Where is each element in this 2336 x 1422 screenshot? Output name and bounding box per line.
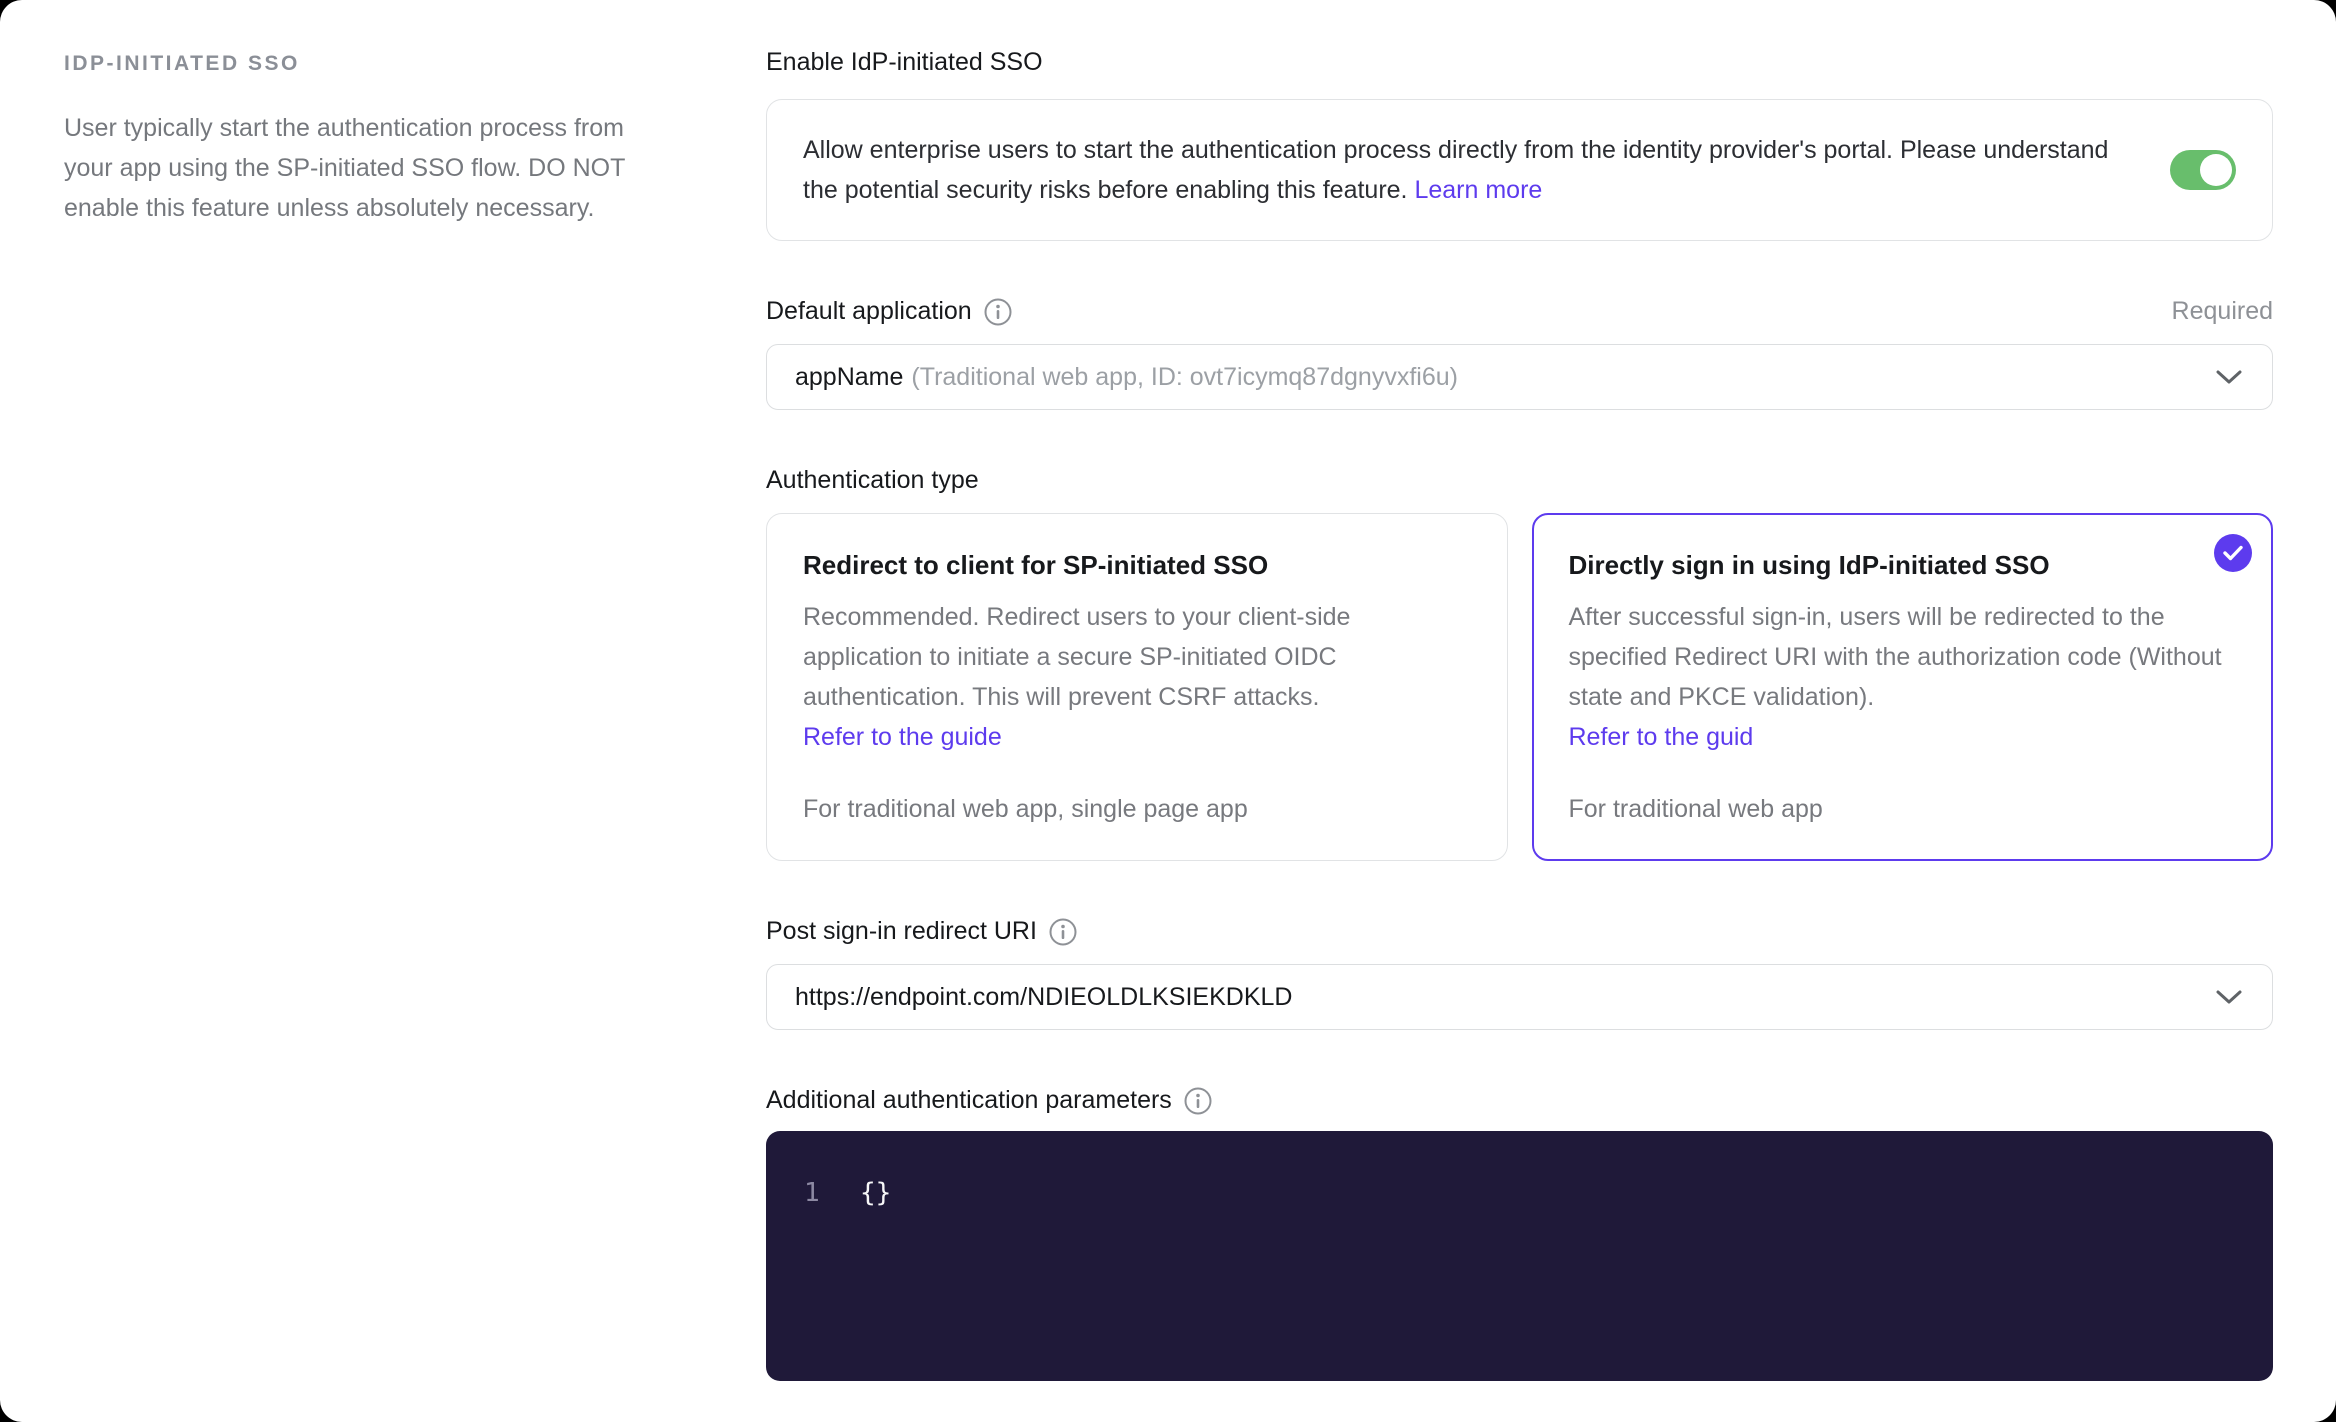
select-value-secondary: (Traditional web app, ID: ovt7icymq87dgn… (911, 362, 1458, 391)
required-badge: Required (2171, 297, 2273, 325)
auth-option-title: Redirect to client for SP-initiated SSO (803, 550, 1269, 580)
additional-params-section: Additional authentication parameters 1 {… (766, 1086, 2273, 1381)
section-sidebar: IDP-INITIATED SSO User typically start t… (64, 48, 664, 1381)
learn-more-link[interactable]: Learn more (1414, 176, 1542, 204)
section-description: User typically start the authentication … (64, 114, 625, 222)
settings-page: IDP-INITIATED SSO User typically start t… (0, 0, 2336, 1422)
enable-idp-sso-card: Allow enterprise users to start the auth… (766, 99, 2273, 241)
auth-option-sp-initiated[interactable]: Redirect to client for SP-initiated SSO … (766, 513, 1508, 861)
auth-option-footer: For traditional web app (1568, 795, 1823, 823)
refer-guide-link[interactable]: Refer to the guid (1569, 723, 1754, 751)
info-icon[interactable] (1049, 918, 1077, 946)
redirect-uri-label: Post sign-in redirect URI (766, 917, 2273, 946)
enable-idp-sso-description: Allow enterprise users to start the auth… (803, 136, 2109, 204)
default-application-section: Default application Required appName (Tr… (766, 297, 2273, 410)
authentication-type-section: Authentication type Redirect to client f… (766, 466, 2273, 861)
section-content: Enable IdP-initiated SSO Allow enterpris… (766, 48, 2273, 1381)
redirect-uri-section: Post sign-in redirect URI https://endpoi… (766, 917, 2273, 1030)
additional-params-label: Additional authentication parameters (766, 1086, 2273, 1115)
chevron-down-icon (2214, 368, 2244, 386)
section-heading: IDP-INITIATED SSO (64, 52, 300, 75)
default-application-select[interactable]: appName (Traditional web app, ID: ovt7ic… (766, 344, 2273, 410)
info-icon[interactable] (1184, 1087, 1212, 1115)
refer-guide-link[interactable]: Refer to the guide (803, 723, 1002, 751)
code-content[interactable]: {} (860, 1173, 891, 1213)
code-line: 1 {} (766, 1173, 2273, 1213)
auth-option-title: Directly sign in using IdP-initiated SSO (1568, 550, 2050, 580)
toggle-knob (2200, 154, 2232, 186)
default-application-label: Default application (766, 297, 1012, 326)
selected-check-icon (2214, 534, 2252, 572)
enable-idp-sso-toggle[interactable] (2170, 150, 2236, 190)
redirect-uri-select[interactable]: https://endpoint.com/NDIEOLDLKSIEKDKLD (766, 964, 2273, 1030)
idp-sso-section: IDP-INITIATED SSO User typically start t… (0, 0, 2336, 1381)
enable-idp-sso-label: Enable IdP-initiated SSO (766, 48, 1043, 76)
code-editor[interactable]: 1 {} (766, 1131, 2273, 1381)
authentication-type-label: Authentication type (766, 466, 979, 494)
line-number: 1 (804, 1178, 820, 1208)
auth-option-idp-initiated[interactable]: Directly sign in using IdP-initiated SSO… (1531, 513, 2273, 861)
auth-option-footer: For traditional web app, single page app (803, 795, 1248, 823)
auth-option-description: Recommended. Redirect users to your clie… (803, 603, 1351, 751)
auth-option-description: After successful sign-in, users will be … (1568, 603, 2222, 751)
chevron-down-icon (2214, 988, 2244, 1006)
info-icon[interactable] (984, 298, 1012, 326)
select-value-primary: https://endpoint.com/NDIEOLDLKSIEKDKLD (795, 982, 1293, 1011)
select-value-primary: appName (795, 362, 904, 391)
